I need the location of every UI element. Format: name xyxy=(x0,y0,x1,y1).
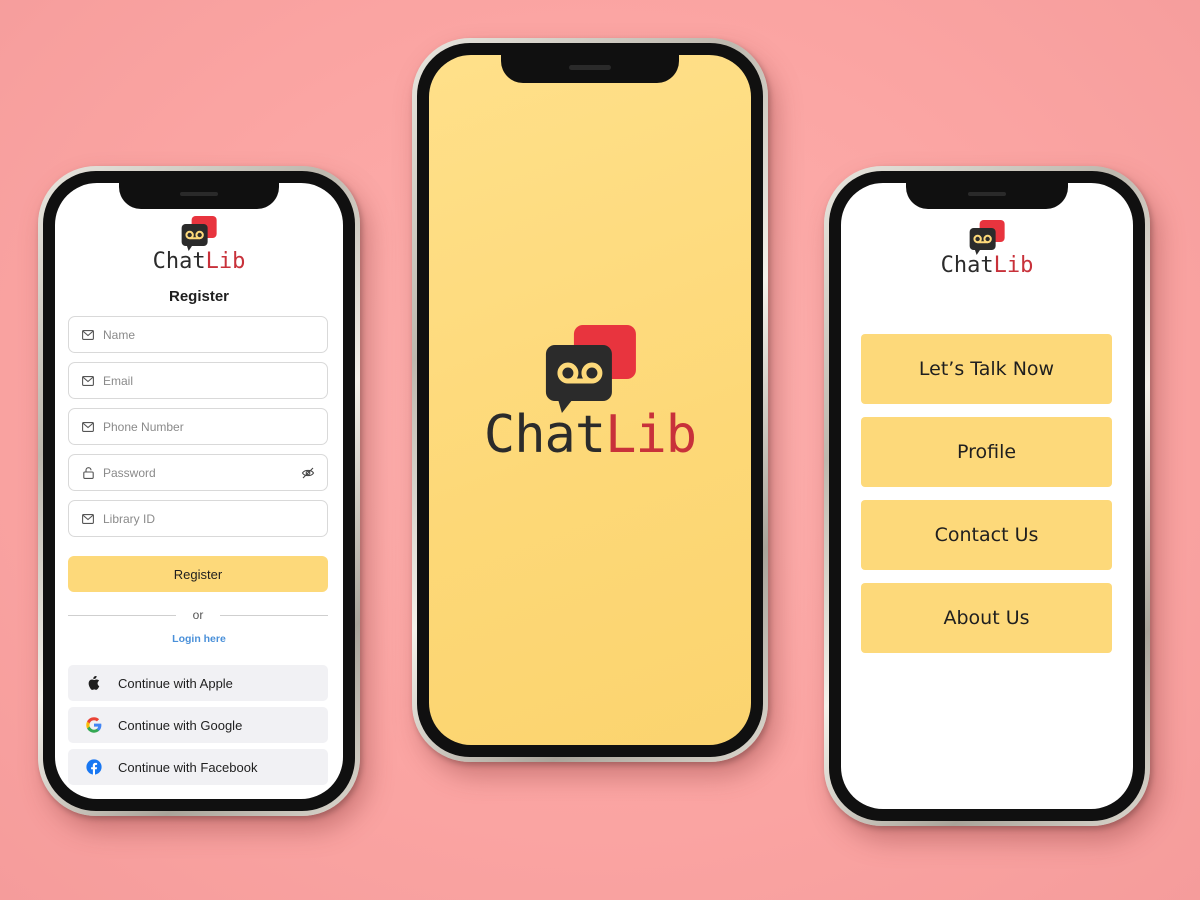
brand-wordmark: ChatLib xyxy=(483,405,697,465)
phone-splash: ChatLib xyxy=(412,38,768,762)
divider-line xyxy=(220,615,328,616)
phone-bezel: ChatLib Let’s Talk Now Profile Contact U… xyxy=(829,171,1145,821)
phone-notch xyxy=(119,183,279,209)
name-field[interactable]: Name xyxy=(68,316,328,353)
phone-number-field[interactable]: Phone Number xyxy=(68,408,328,445)
continue-with-google-button[interactable]: Continue with Google xyxy=(68,707,328,743)
chat-bubble-icon xyxy=(181,216,217,251)
contact-us-button[interactable]: Contact Us xyxy=(861,500,1112,570)
lets-talk-now-button[interactable]: Let’s Talk Now xyxy=(861,334,1112,404)
phone-notch xyxy=(501,55,679,83)
splash-screen: ChatLib xyxy=(429,55,751,745)
login-link[interactable]: Login here xyxy=(55,633,343,645)
phone-number-placeholder: Phone Number xyxy=(103,419,184,434)
apple-button-label: Continue with Apple xyxy=(118,675,233,691)
about-us-button[interactable]: About Us xyxy=(861,583,1112,653)
library-id-placeholder: Library ID xyxy=(103,511,156,526)
chat-bubble-icon xyxy=(969,220,1005,255)
lock-icon xyxy=(81,466,95,480)
mail-icon xyxy=(81,512,95,526)
menu-screen: ChatLib Let’s Talk Now Profile Contact U… xyxy=(841,183,1133,809)
library-id-field[interactable]: Library ID xyxy=(68,500,328,537)
name-placeholder: Name xyxy=(103,327,136,342)
eye-off-icon[interactable] xyxy=(301,466,315,480)
password-field[interactable]: Password xyxy=(68,454,328,491)
profile-button[interactable]: Profile xyxy=(861,417,1112,487)
continue-with-apple-button[interactable]: Continue with Apple xyxy=(68,665,328,701)
chatlib-logo: ChatLib xyxy=(152,215,246,274)
mail-icon xyxy=(81,420,95,434)
register-screen: ChatLib Register Name Email Phone Number… xyxy=(55,183,343,799)
phone-register: ChatLib Register Name Email Phone Number… xyxy=(38,166,360,816)
google-icon xyxy=(86,717,102,733)
continue-with-facebook-button[interactable]: Continue with Facebook xyxy=(68,749,328,785)
or-divider: or xyxy=(68,608,328,622)
chatlib-logo: ChatLib xyxy=(940,219,1034,278)
facebook-button-label: Continue with Facebook xyxy=(118,759,258,775)
register-title: Register xyxy=(168,288,230,305)
register-button[interactable]: Register xyxy=(68,556,328,592)
facebook-icon xyxy=(86,759,102,775)
phone-menu: ChatLib Let’s Talk Now Profile Contact U… xyxy=(824,166,1150,826)
chat-bubble-icon xyxy=(546,325,636,413)
phone-bezel: ChatLib Register Name Email Phone Number… xyxy=(43,171,355,811)
phone-bezel: ChatLib xyxy=(417,43,763,757)
email-field[interactable]: Email xyxy=(68,362,328,399)
mail-icon xyxy=(81,328,95,342)
brand-wordmark: ChatLib xyxy=(940,253,1034,278)
email-placeholder: Email xyxy=(103,373,134,388)
google-button-label: Continue with Google xyxy=(118,717,243,733)
brand-wordmark: ChatLib xyxy=(152,249,246,274)
apple-icon xyxy=(86,675,102,691)
phone-notch xyxy=(906,183,1068,209)
password-placeholder: Password xyxy=(103,465,156,480)
chatlib-logo: ChatLib xyxy=(483,323,697,465)
mail-icon xyxy=(81,374,95,388)
